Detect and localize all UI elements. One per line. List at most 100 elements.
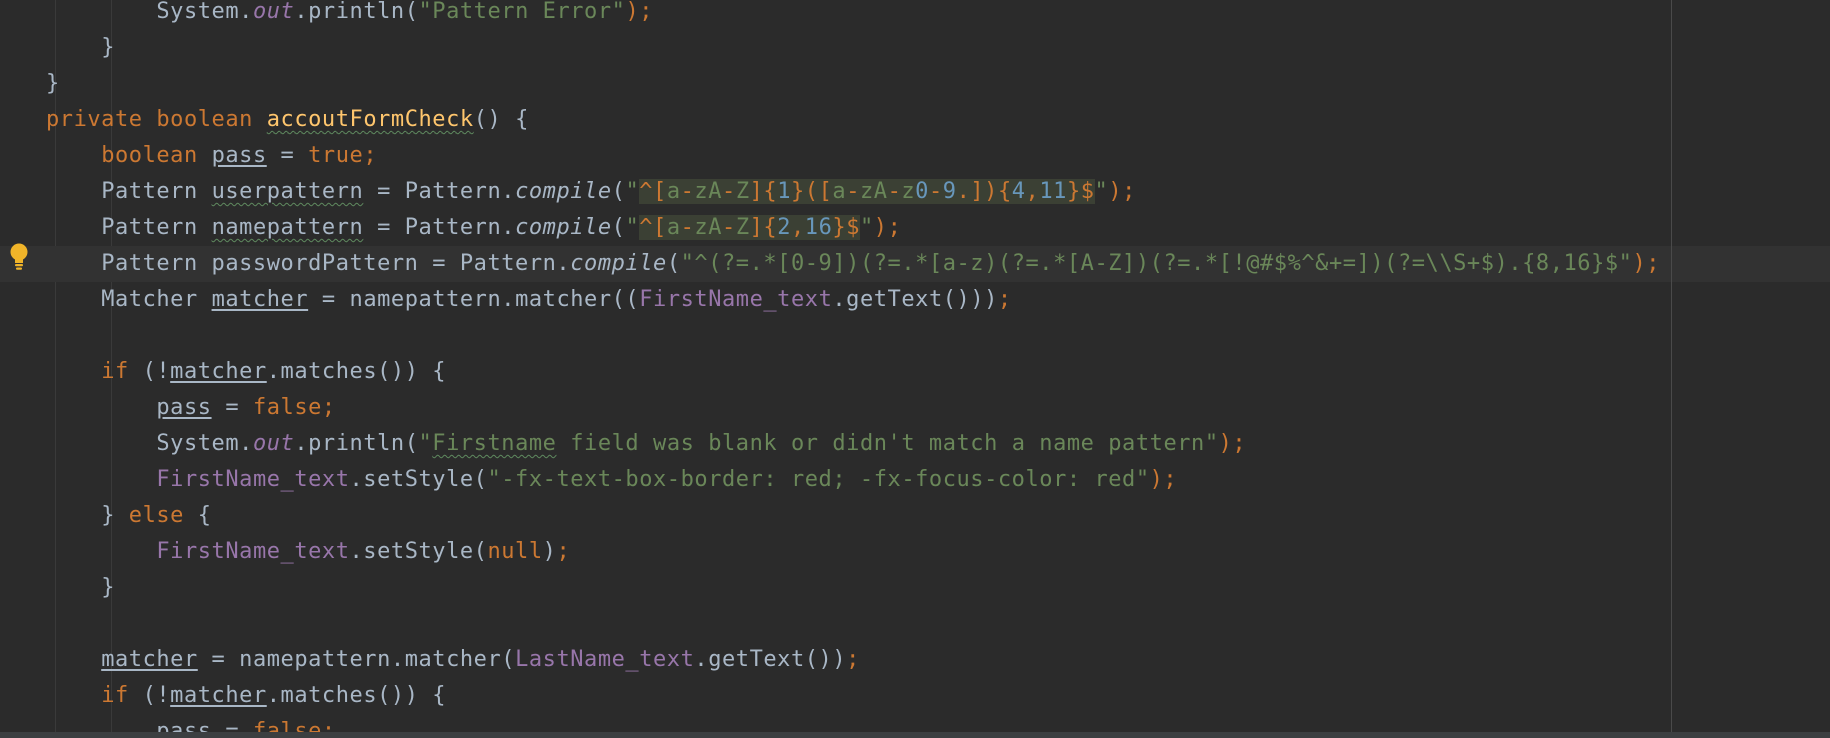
code-token: true; xyxy=(308,143,378,168)
code-token: matcher xyxy=(170,683,267,708)
code-line[interactable]: private boolean accoutFormCheck() { xyxy=(46,102,529,138)
code-token: Matcher xyxy=(101,287,212,312)
code-line[interactable]: Pattern userpattern = Pattern.compile("^… xyxy=(46,174,1136,210)
code-token: } xyxy=(101,35,115,60)
code-line[interactable]: if (!matcher.matches()) { xyxy=(46,678,446,714)
code-token: compile xyxy=(515,179,612,204)
code-token: System. xyxy=(156,0,253,24)
code-token: } xyxy=(46,71,60,96)
code-token: LastName_text xyxy=(515,647,695,672)
code-token: } xyxy=(101,575,115,600)
code-token: " xyxy=(625,179,640,204)
code-line[interactable]: Matcher matcher = namepattern.matcher((F… xyxy=(46,282,1012,318)
code-token: Pattern xyxy=(101,215,212,240)
code-token: pass xyxy=(211,143,267,168)
code-token: () { xyxy=(473,107,529,132)
regex-literal: ^[a-zA-Z]{2,16}$ xyxy=(639,215,860,240)
code-token: private xyxy=(46,107,157,132)
code-token: ); xyxy=(1632,251,1661,276)
code-token: "Pattern Error" xyxy=(418,0,626,24)
code-token: = Pattern. xyxy=(363,179,516,204)
code-token: .getText()) xyxy=(694,647,847,672)
code-token: " xyxy=(1094,179,1109,204)
code-token: FirstName_text xyxy=(639,287,833,312)
code-line[interactable]: System.out.println("Firstname field was … xyxy=(46,426,1246,462)
code-token: ( xyxy=(666,251,681,276)
code-token: " xyxy=(859,215,874,240)
code-token: ); xyxy=(1218,431,1247,456)
intention-bulb-icon[interactable] xyxy=(8,242,30,272)
code-token: " xyxy=(625,215,640,240)
horizontal-scrollbar-track[interactable] xyxy=(0,732,1830,738)
code-token: ( xyxy=(611,179,626,204)
code-line[interactable]: } xyxy=(46,30,115,66)
code-token: Pattern xyxy=(101,179,212,204)
code-token: = namepattern.matcher( xyxy=(197,647,516,672)
code-line[interactable]: System.out.println("Pattern Error"); xyxy=(46,0,653,30)
code-line[interactable]: } else { xyxy=(46,498,212,534)
code-token: if xyxy=(101,683,143,708)
code-token: accoutFormCheck xyxy=(266,107,474,132)
code-line[interactable]: FirstName_text.setStyle("-fx-text-box-bo… xyxy=(46,462,1177,498)
code-token: boolean xyxy=(101,143,212,168)
code-token: matcher xyxy=(211,287,309,312)
code-token: null xyxy=(487,539,543,564)
code-token: pass xyxy=(156,395,212,420)
code-token: = Pattern. xyxy=(363,215,516,240)
code-token: ); xyxy=(1108,179,1136,204)
code-token: field was blank or didn't match a name p… xyxy=(556,431,1219,456)
code-token: if xyxy=(101,359,143,384)
code-line[interactable]: Pattern passwordPattern = Pattern.compil… xyxy=(46,246,1660,282)
code-line[interactable]: if (!matcher.matches()) { xyxy=(46,354,446,390)
code-token: compile xyxy=(515,215,612,240)
code-editor[interactable]: System.out.println("Pattern Error"); }} p… xyxy=(0,0,1830,738)
code-token: FirstName_text xyxy=(156,467,350,492)
code-line[interactable]: matcher = namepattern.matcher(LastName_t… xyxy=(46,642,860,678)
code-token: (! xyxy=(142,359,171,384)
code-token: matcher xyxy=(170,359,267,384)
code-token: userpattern xyxy=(211,179,364,204)
code-token: FirstName_text xyxy=(156,539,350,564)
code-token: out xyxy=(252,0,295,24)
code-token: .setStyle( xyxy=(349,539,488,564)
code-token: ; xyxy=(556,539,571,564)
code-token: { xyxy=(197,503,212,528)
code-token: Firstname xyxy=(432,431,557,456)
code-line[interactable]: FirstName_text.setStyle(null); xyxy=(46,534,570,570)
code-line[interactable]: } xyxy=(46,66,60,102)
code-token: ); xyxy=(1149,467,1178,492)
code-token: = xyxy=(266,143,309,168)
code-token: ) xyxy=(542,539,557,564)
code-token: .matches()) { xyxy=(266,683,447,708)
regex-literal: ^[a-zA-Z]{1}([a-zA-z0-9.]){4,11}$ xyxy=(639,179,1095,204)
code-token: ); xyxy=(873,215,902,240)
code-line[interactable]: pass = false; xyxy=(46,390,336,426)
right-margin-line xyxy=(1671,0,1672,738)
code-token: namepattern xyxy=(211,215,364,240)
code-line[interactable]: Pattern namepattern = Pattern.compile("^… xyxy=(46,210,901,246)
code-token: false; xyxy=(252,395,336,420)
code-line[interactable]: } xyxy=(46,570,115,606)
code-token: " xyxy=(418,431,433,456)
code-token: compile xyxy=(570,251,667,276)
code-token: boolean xyxy=(156,107,267,132)
code-line[interactable]: boolean pass = true; xyxy=(46,138,377,174)
code-token: (! xyxy=(142,683,171,708)
code-token: ); xyxy=(625,0,654,24)
